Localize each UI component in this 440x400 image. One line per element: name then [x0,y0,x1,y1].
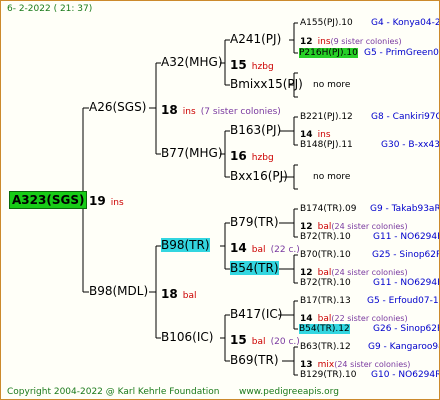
gen4-father[interactable]: B63(TR).12 [300,341,351,354]
gen4-code: G4 - Konya04-2 [371,18,440,28]
gen3-queen[interactable]: B163(PJ) [230,124,281,137]
gen4-mother[interactable]: B129(TR).10 [300,369,356,382]
no-more-text: no more [313,172,351,182]
footer-site-link[interactable]: www.pedigreeapis.org [239,386,339,399]
footer-copyright: Copyright 2004-2022 @ Karl Kehrle Founda… [7,387,220,397]
gen4-code: G9 - Kangaroo98R [368,342,439,352]
root-label: A323(SGS) [9,191,88,209]
root-info: 19 ins [89,194,124,209]
gen4-father[interactable]: B70(TR).10 [300,249,351,262]
gen4-mother[interactable]: B72(TR).10 [300,231,351,244]
gen4-code: G11 - NO6294R [373,278,440,288]
gen3-queen[interactable]: Bmixx15(PJ) [230,78,303,91]
gen4-father[interactable]: B17(TR).13 [300,295,351,308]
gen4-father[interactable]: B221(PJ).12 [300,111,353,124]
gen2-info: 15 hzbg [230,58,274,73]
gen1-queen[interactable]: B98(MDL) [89,285,148,298]
gen4-code: G5 - Erfoud07-1Q [367,296,440,306]
gen2-queen[interactable]: B77(MHG) [161,147,223,160]
header-date: 6- 2-2022 ( 21: 37) [7,4,93,14]
gen3-queen[interactable]: B69(TR) [230,354,279,367]
gen4-mother[interactable]: B54(TR).12 [299,323,350,336]
gen4-father[interactable]: B174(TR).09 [300,203,356,216]
gen3-queen[interactable]: A241(PJ) [230,33,281,46]
pedigree-frame: 6- 2-2022 ( 21: 37) Copyright 2004-2022 … [0,0,440,400]
gen1-info: 18 ins (7 sister colonies) [161,103,281,118]
gen4-mother[interactable]: B148(PJ).11 [300,139,353,152]
gen2-info: 16 hzbg [230,149,274,164]
gen4-code: G26 - Sinop62R [373,324,440,334]
gen4-code: G11 - NO6294R [373,232,440,242]
gen4-father[interactable]: A155(PJ).10 [300,17,353,30]
gen4-mother[interactable]: P216H(PJ).10 [299,47,358,60]
gen3-queen[interactable]: B79(TR) [230,216,279,229]
gen3-queen[interactable]: B54(TR) [230,261,279,275]
gen4-code: G10 - NO6294R [371,370,440,380]
gen2-info: 15 bal (20 c.) [230,333,300,348]
gen2-queen[interactable]: B98(TR) [161,238,210,252]
gen4-mother[interactable]: B72(TR).10 [300,277,351,290]
root-queen[interactable]: A323(SGS) [9,191,88,209]
gen4-code: G5 - PrimGreen00 [364,48,440,58]
gen2-queen[interactable]: A32(MHG) [161,56,223,69]
no-more-text: no more [313,80,351,90]
gen1-queen[interactable]: A26(SGS) [89,101,146,114]
gen3-queen[interactable]: Bxx16(PJ) [230,170,288,183]
gen4-code: G25 - Sinop62R [372,250,440,260]
gen2-info: 14 bal (22 c.) [230,241,300,256]
gen4-code: G8 - Cankiri97Q [371,112,440,122]
gen2-queen[interactable]: B106(IC) [161,331,213,344]
gen4-code: G9 - Takab93aR [370,204,440,214]
gen3-queen[interactable]: B417(IC) [230,308,282,321]
gen4-code: G30 - B-xx43 [381,140,440,150]
gen1-info: 18 bal [161,287,197,302]
